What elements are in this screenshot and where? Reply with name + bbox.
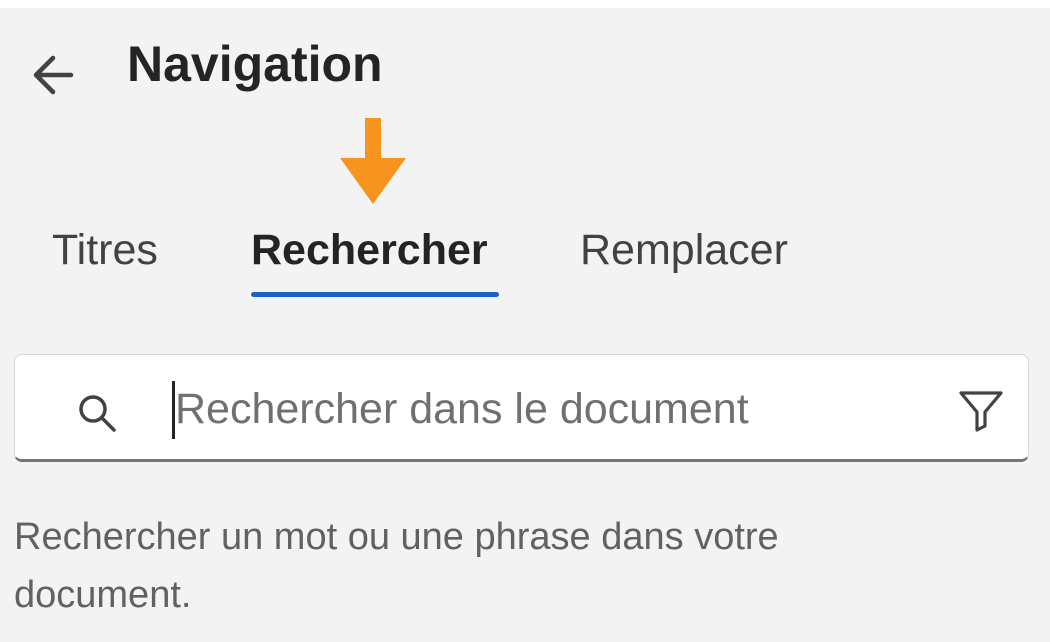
tab-remplacer[interactable]: Remplacer [580, 220, 788, 280]
active-tab-indicator [251, 292, 499, 297]
navigation-pane: Navigation Titres Rechercher Remplacer R… [0, 8, 1050, 642]
tab-bar: Titres Rechercher Remplacer [0, 220, 1050, 310]
tab-titres[interactable]: Titres [52, 220, 158, 280]
filter-icon [959, 391, 1003, 432]
search-icon [79, 395, 116, 432]
help-text: Rechercher un mot ou une phrase dans vot… [14, 516, 779, 616]
arrow-down-icon [338, 118, 408, 211]
filter-button[interactable] [953, 383, 1009, 439]
tab-rechercher[interactable]: Rechercher [251, 220, 488, 280]
pane-title: Navigation [127, 36, 383, 92]
search-input[interactable] [175, 369, 935, 449]
back-button[interactable] [22, 44, 84, 106]
search-box[interactable] [14, 354, 1029, 462]
arrow-left-icon [33, 55, 74, 95]
